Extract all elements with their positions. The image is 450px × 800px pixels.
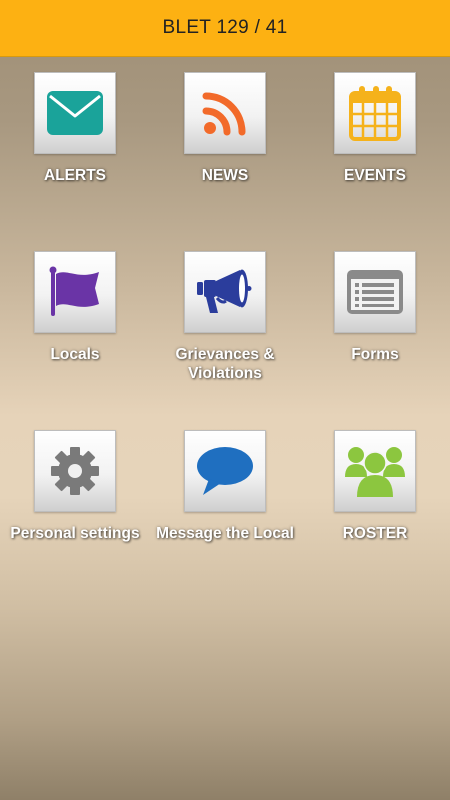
personal-settings-button[interactable] [34,430,116,512]
forms-tile[interactable]: Forms [300,251,450,364]
roster-button[interactable] [334,430,416,512]
header-title: BLET 129 / 41 [162,17,288,38]
speech-bubble-icon [195,445,255,497]
message-local-label: Message the Local [156,525,294,542]
flag-icon [47,266,103,318]
grievances-label: Grievances & Violations [175,346,275,382]
megaphone-icon [196,267,254,317]
news-tile[interactable]: NEWS [150,72,300,185]
envelope-icon [46,90,104,136]
forms-label: Forms [351,346,399,363]
personal-settings-tile[interactable]: Personal settings [0,430,150,543]
news-label: NEWS [201,167,249,184]
personal-settings-label: Personal settings [10,525,140,542]
alerts-label: ALERTS [44,167,106,184]
locals-button[interactable] [34,251,116,333]
roster-tile[interactable]: ROSTER [300,430,450,543]
locals-label: Locals [50,346,100,363]
events-tile[interactable]: EVENTS [300,72,450,185]
locals-tile[interactable]: Locals [0,251,150,364]
calendar-icon [349,85,401,141]
events-label: EVENTS [343,167,406,184]
forms-button[interactable] [334,251,416,333]
alerts-button[interactable] [34,72,116,154]
grievances-button[interactable] [184,251,266,333]
people-group-icon [345,443,405,499]
message-local-button[interactable] [184,430,266,512]
form-icon [346,269,404,315]
message-local-tile[interactable]: Message the Local [150,430,300,543]
rss-icon [202,90,248,136]
gear-icon [50,446,100,496]
roster-label: ROSTER [342,525,408,542]
events-button[interactable] [334,72,416,154]
app-header: BLET 129 / 41 [0,0,450,57]
grievances-tile[interactable]: Grievances & Violations [150,251,300,383]
alerts-tile[interactable]: ALERTS [0,72,150,185]
news-button[interactable] [184,72,266,154]
